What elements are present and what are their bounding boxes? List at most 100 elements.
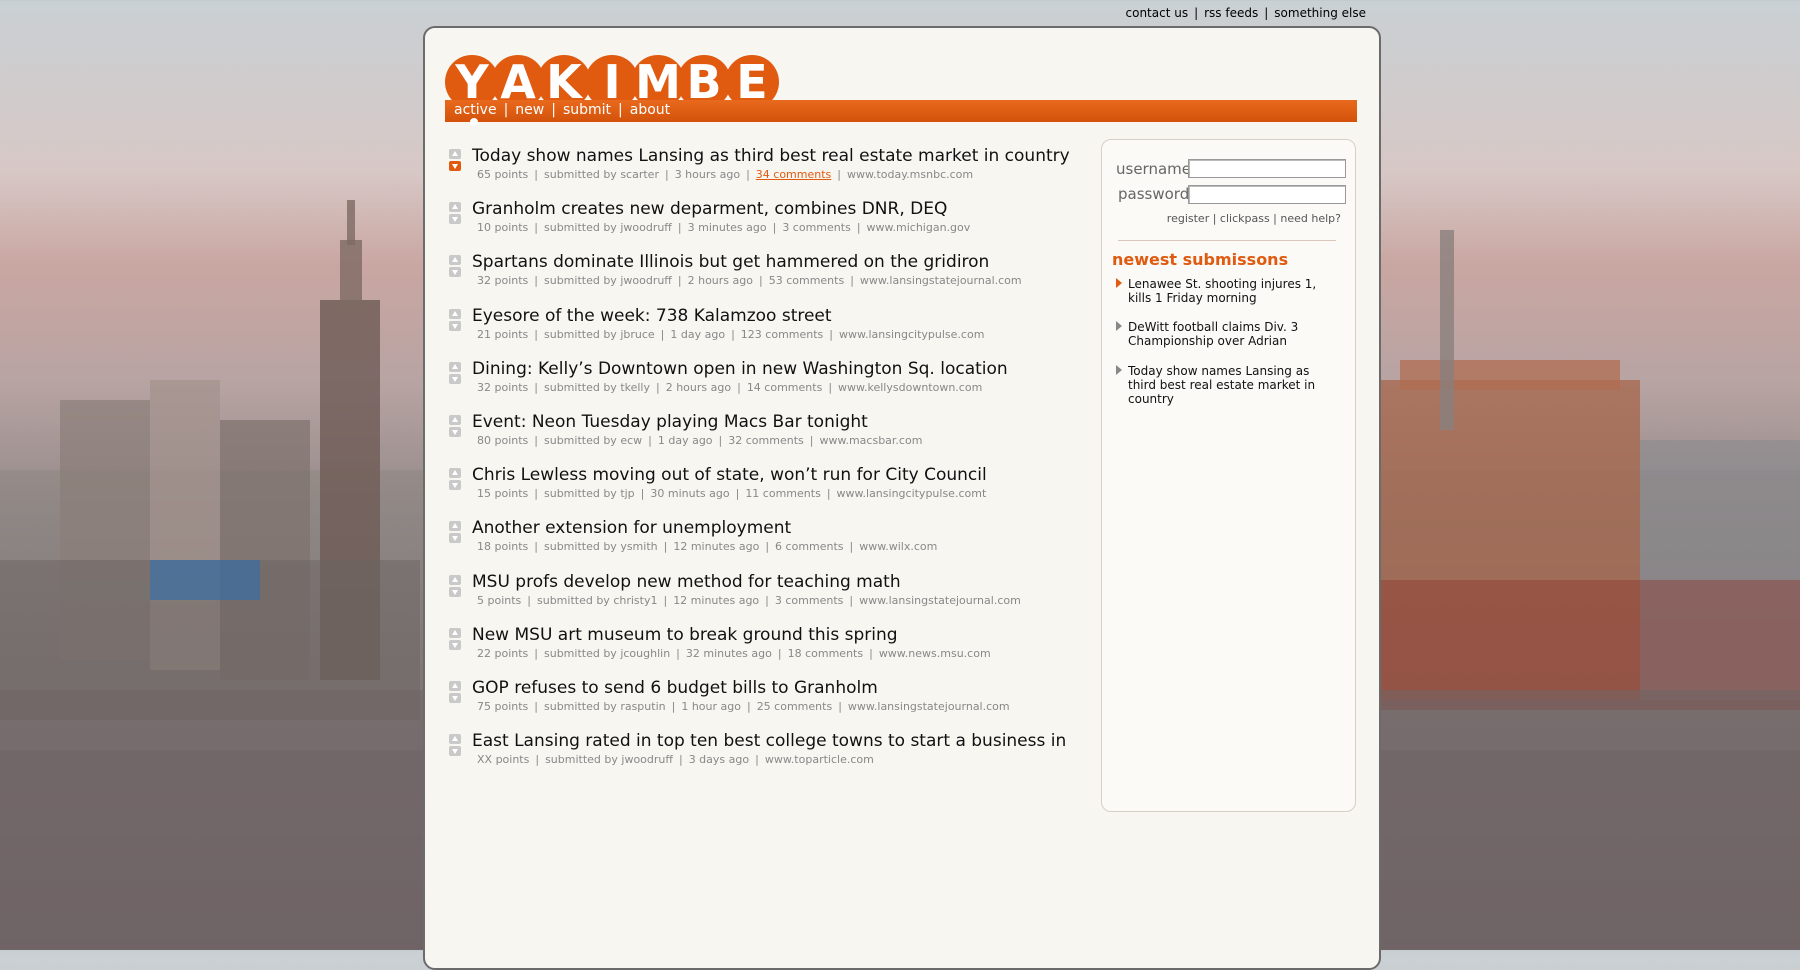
nav-active[interactable]: active [454, 102, 497, 118]
password-input[interactable] [1188, 185, 1346, 204]
story-user[interactable]: submitted by tkelly [544, 381, 650, 394]
upvote-arrow-icon[interactable] [449, 149, 461, 159]
contact-us-link[interactable]: contact us [1126, 6, 1189, 20]
story-domain[interactable]: www.toparticle.com [765, 753, 874, 766]
vote-controls [449, 361, 461, 386]
story-comments[interactable]: 3 comments [775, 594, 844, 607]
story-title[interactable]: GOP refuses to send 6 budget bills to Gr… [472, 678, 878, 698]
story-domain[interactable]: www.kellysdowntown.com [838, 381, 982, 394]
story-user[interactable]: submitted by ecw [544, 434, 642, 447]
story-comments[interactable]: 18 comments [788, 647, 864, 660]
upvote-arrow-icon[interactable] [449, 202, 461, 213]
story-user[interactable]: submitted by jwoodruff [544, 274, 672, 287]
story-domain[interactable]: www.lansingcitypulse.comt [837, 487, 987, 500]
something-else-link[interactable]: something else [1274, 6, 1366, 20]
upvote-arrow-icon[interactable] [449, 521, 461, 532]
story-domain[interactable]: www.macsbar.com [819, 434, 922, 447]
rss-feeds-link[interactable]: rss feeds [1204, 6, 1258, 20]
story-title[interactable]: Event: Neon Tuesday playing Macs Bar ton… [472, 412, 868, 432]
story-user[interactable]: submitted by ysmith [544, 540, 658, 553]
story-user[interactable]: submitted by jwoodruff [545, 753, 673, 766]
story-comments[interactable]: 14 comments [747, 381, 823, 394]
story-comments[interactable]: 25 comments [757, 700, 833, 713]
downvote-arrow-icon[interactable] [449, 480, 461, 491]
separator: | [826, 487, 831, 501]
story-comments[interactable]: 123 comments [741, 328, 823, 341]
newest-item[interactable]: Lenawee St. shooting injures 1, kills 1 … [1116, 277, 1341, 305]
story-user[interactable]: submitted by scarter [544, 168, 659, 181]
clickpass-link[interactable]: clickpass [1220, 212, 1270, 225]
downvote-arrow-icon[interactable] [449, 267, 461, 278]
upvote-arrow-icon[interactable] [449, 414, 461, 425]
story-meta: 65 points | submitted by scarter | 3 hours a… [477, 168, 973, 181]
story-title[interactable]: Eyesore of the week: 738 Kalamzoo street [472, 306, 832, 326]
upvote-arrow-icon[interactable] [449, 627, 461, 638]
downvote-arrow-icon[interactable] [449, 426, 461, 437]
upvote-arrow-icon[interactable] [449, 574, 461, 585]
story-user[interactable]: submitted by jcoughlin [544, 647, 670, 660]
story-comments[interactable]: 34 comments [756, 168, 832, 181]
need-help-link[interactable]: need help? [1280, 212, 1341, 225]
story-user[interactable]: submitted by tjp [544, 487, 635, 500]
downvote-arrow-icon[interactable] [449, 533, 461, 544]
story-domain[interactable]: www.michigan.gov [867, 221, 971, 234]
separator: | [838, 699, 842, 713]
nav-bar: active | new | submit | about [445, 100, 1357, 126]
story-title[interactable]: Chris Lewless moving out of state, won’t… [472, 465, 987, 485]
upvote-arrow-icon[interactable] [449, 680, 461, 691]
story-title[interactable]: MSU profs develop new method for teachin… [472, 572, 901, 592]
nav-new[interactable]: new [515, 102, 544, 118]
story-domain[interactable]: www.lansingstatejournal.com [860, 274, 1022, 287]
nav-about[interactable]: about [630, 102, 670, 118]
downvote-arrow-icon[interactable] [449, 320, 461, 331]
story-points: 32 points [477, 380, 529, 394]
nav-submit[interactable]: submit [563, 102, 611, 118]
downvote-arrow-icon[interactable] [449, 746, 461, 757]
story-domain[interactable]: www.lansingcitypulse.com [839, 328, 984, 341]
downvote-arrow-icon[interactable] [449, 639, 461, 650]
story-domain[interactable]: www.lansingstatejournal.com [848, 700, 1010, 713]
downvote-arrow-icon[interactable] [449, 692, 461, 703]
upvote-arrow-icon[interactable] [449, 255, 461, 266]
downvote-arrow-icon[interactable] [449, 586, 461, 597]
story-user[interactable]: submitted by christy1 [537, 594, 657, 607]
password-label: password [1118, 185, 1190, 203]
story-comments[interactable]: 11 comments [745, 487, 821, 500]
story-title[interactable]: Spartans dominate Illinois but get hamme… [472, 252, 989, 272]
separator: | [677, 274, 682, 288]
upvote-arrow-icon[interactable] [449, 308, 461, 319]
upvote-arrow-icon[interactable] [449, 734, 461, 745]
upvote-arrow-icon[interactable] [449, 468, 461, 479]
story-title[interactable]: New MSU art museum to break ground this … [472, 625, 898, 645]
story-meta: 15 points | submitted by tjp | 30 minuts ago… [477, 487, 986, 500]
downvote-arrow-icon[interactable] [449, 161, 461, 171]
story-title[interactable]: Granholm creates new deparment, combines… [472, 199, 947, 219]
story-domain[interactable]: www.wilx.com [859, 540, 937, 553]
separator: | [663, 593, 668, 607]
story-title[interactable]: Another extension for unemployment [472, 518, 791, 538]
story-comments[interactable]: 32 comments [728, 434, 804, 447]
story-title[interactable]: Dining: Kelly’s Downtown open in new Was… [472, 359, 1008, 379]
story-comments[interactable]: 53 comments [769, 274, 845, 287]
story-domain[interactable]: www.today.msnbc.com [847, 168, 973, 181]
story-user[interactable]: submitted by jwoodruff [544, 221, 672, 234]
newest-item[interactable]: Today show names Lansing as third best r… [1116, 364, 1341, 406]
arrow-right-icon [1116, 321, 1122, 331]
story-title[interactable]: East Lansing rated in top ten best colle… [472, 731, 1066, 751]
downvote-arrow-icon[interactable] [449, 214, 461, 225]
story-comments[interactable]: 3 comments [782, 221, 851, 234]
story-domain[interactable]: www.news.msu.com [879, 647, 991, 660]
story-domain[interactable]: www.lansingstatejournal.com [859, 594, 1021, 607]
register-link[interactable]: register [1167, 212, 1209, 225]
separator: | [1264, 6, 1269, 20]
upvote-arrow-icon[interactable] [449, 361, 461, 372]
downvote-arrow-icon[interactable] [449, 373, 461, 384]
active-tab-indicator [470, 118, 478, 126]
story-user[interactable]: submitted by rasputin [544, 700, 666, 713]
story-user[interactable]: submitted by jbruce [544, 328, 655, 341]
story-comments[interactable]: 6 comments [775, 540, 844, 553]
newest-item[interactable]: DeWitt football claims Div. 3 Championsh… [1116, 320, 1341, 348]
separator: | [535, 753, 540, 767]
username-input[interactable] [1188, 159, 1346, 178]
story-title[interactable]: Today show names Lansing as third best r… [472, 146, 1070, 166]
